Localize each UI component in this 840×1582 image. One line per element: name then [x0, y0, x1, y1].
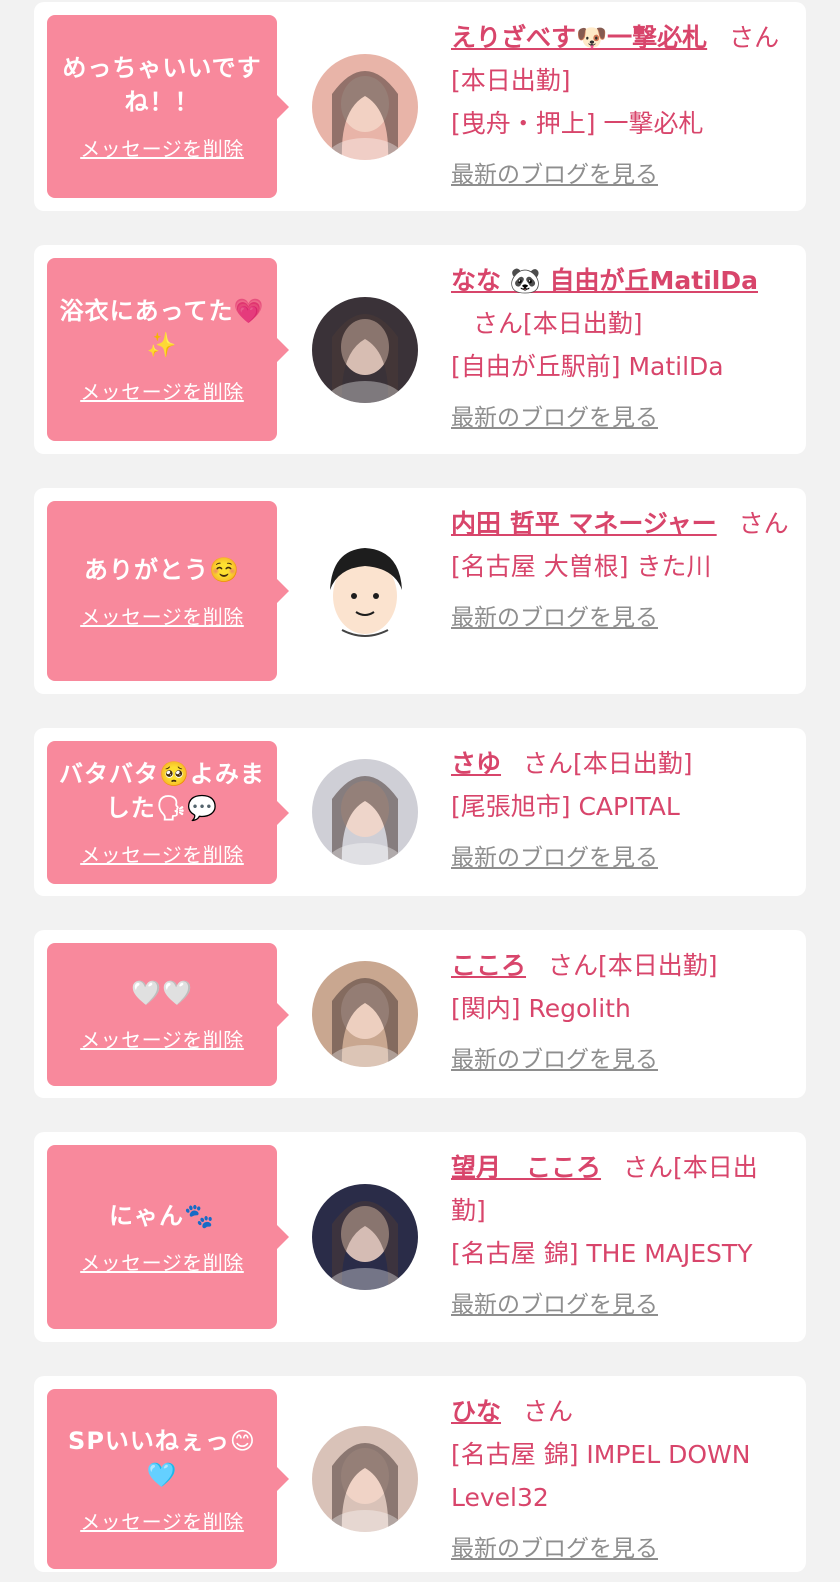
avatar[interactable] [312, 297, 418, 403]
message-text: 浴衣にあってた💗✨ [59, 297, 265, 359]
cast-info: なな 🐼 自由が丘MatilDa さん[本日出勤] [自由が丘駅前] MatilDa… [451, 259, 792, 432]
message-text: SPいいねぇっ😊🩵 [68, 1426, 256, 1489]
honorific: さん [738, 509, 789, 538]
status-label: [本日出勤] [523, 309, 643, 338]
honorific: さん [623, 1153, 674, 1182]
honorific: さん [473, 309, 524, 338]
message-card: SPいいねぇっ😊🩵 メッセージを削除 ひな さん [名古屋 錦] IMPEL DOWN … [34, 1376, 806, 1572]
message-text: バタバタ🥺よみました🗣💬 [59, 760, 265, 822]
shop-name: [関内] Regolith [451, 994, 631, 1023]
shop-name: [名古屋 大曽根] きた川 [451, 552, 712, 581]
status-label: [本日出勤] [598, 951, 718, 980]
latest-blog-link[interactable]: 最新のブログを見る [451, 1529, 658, 1563]
message-bubble: バタバタ🥺よみました🗣💬 メッセージを削除 [47, 741, 289, 884]
delete-message-link[interactable]: メッセージを削除 [80, 1247, 244, 1276]
delete-message-link[interactable]: メッセージを削除 [80, 376, 244, 405]
shop-name: [尾張旭市] CAPITAL [451, 792, 680, 821]
latest-blog-link[interactable]: 最新のブログを見る [451, 598, 658, 632]
message-card: ありがとう☺️ メッセージを削除 内田 哲平 マネージャー さん [名古屋 大曽根] き… [34, 488, 806, 694]
message-text: 🤍🤍 [131, 979, 193, 1007]
message-bubble: 🤍🤍 メッセージを削除 [47, 943, 289, 1086]
cast-info: さゆ さん[本日出勤] [尾張旭市] CAPITAL 最新のブログを見る [451, 742, 792, 872]
cast-name-link[interactable]: 望月 こころ [451, 1153, 601, 1182]
avatar[interactable] [312, 961, 418, 1067]
message-bubble: 浴衣にあってた💗✨ メッセージを削除 [47, 258, 289, 441]
cast-name-link[interactable]: えりざべす🐶一撃必札 [451, 23, 707, 52]
shop-name: [自由が丘駅前] MatilDa [451, 352, 724, 381]
avatar[interactable] [312, 759, 418, 865]
status-label: [本日出勤] [573, 749, 693, 778]
honorific: さん [548, 951, 599, 980]
message-list: めっちゃいいですね！！ メッセージを削除 えりざべす🐶一撃必札 さん[本日出勤] [曳舟… [0, 0, 840, 1572]
latest-blog-link[interactable]: 最新のブログを見る [451, 155, 658, 189]
cast-name-link[interactable]: さゆ [451, 749, 501, 778]
message-text: めっちゃいいですね！！ [62, 54, 262, 116]
cast-info: 内田 哲平 マネージャー さん [名古屋 大曽根] きた川最新のブログを見る [451, 502, 792, 632]
message-text: にゃん🐾 [109, 1201, 215, 1230]
cast-name-link[interactable]: なな 🐼 自由が丘MatilDa [451, 266, 758, 295]
delete-message-link[interactable]: メッセージを削除 [80, 1024, 244, 1053]
avatar[interactable] [312, 538, 418, 644]
message-card: にゃん🐾 メッセージを削除 望月 こころ さん[本日出勤] [名古屋 錦] THE MA… [34, 1132, 806, 1342]
message-bubble: めっちゃいいですね！！ メッセージを削除 [47, 15, 289, 198]
avatar[interactable] [312, 1184, 418, 1290]
latest-blog-link[interactable]: 最新のブログを見る [451, 1285, 658, 1319]
avatar[interactable] [312, 54, 418, 160]
message-bubble: にゃん🐾 メッセージを削除 [47, 1145, 289, 1329]
delete-message-link[interactable]: メッセージを削除 [80, 133, 244, 162]
latest-blog-link[interactable]: 最新のブログを見る [451, 398, 658, 432]
status-label: [本日出勤] [451, 66, 571, 95]
cast-info: ひな さん [名古屋 錦] IMPEL DOWN Level32 最新のブログを見る [451, 1390, 792, 1563]
message-bubble: ありがとう☺️ メッセージを削除 [47, 501, 289, 681]
cast-name-link[interactable]: こころ [451, 951, 526, 980]
latest-blog-link[interactable]: 最新のブログを見る [451, 838, 658, 872]
message-card: めっちゃいいですね！！ メッセージを削除 えりざべす🐶一撃必札 さん [本日出勤] [曳舟… [34, 2, 806, 211]
cast-info: えりざべす🐶一撃必札 さん [本日出勤] [曳舟・押上] 一撃必札最新のブログを見る [451, 16, 792, 189]
message-card: バタバタ🥺よみました🗣💬 メッセージを削除 さゆ さん[本日出勤] [尾張旭市] CAP… [34, 728, 806, 896]
message-bubble: SPいいねぇっ😊🩵 メッセージを削除 [47, 1389, 289, 1569]
honorific: さん [729, 23, 780, 52]
shop-name: [名古屋 錦] IMPEL DOWN Level32 [451, 1440, 751, 1512]
honorific: さん [523, 1397, 574, 1426]
latest-blog-link[interactable]: 最新のブログを見る [451, 1040, 658, 1074]
message-card: 🤍🤍 メッセージを削除 こころ さん[本日出勤] [関内] Regolith 最新のブログ… [34, 930, 806, 1098]
delete-message-link[interactable]: メッセージを削除 [80, 839, 244, 868]
message-text: ありがとう☺️ [84, 555, 240, 584]
avatar[interactable] [312, 1426, 418, 1532]
message-card: 浴衣にあってた💗✨ メッセージを削除 なな 🐼 自由が丘MatilDa さん[本日出勤… [34, 245, 806, 454]
honorific: さん [523, 749, 574, 778]
shop-name: [曳舟・押上] 一撃必札 [451, 109, 704, 138]
shop-name: [名古屋 錦] THE MAJESTY [451, 1239, 753, 1268]
cast-name-link[interactable]: ひな [451, 1397, 501, 1426]
delete-message-link[interactable]: メッセージを削除 [80, 601, 244, 630]
delete-message-link[interactable]: メッセージを削除 [80, 1506, 244, 1535]
cast-info: 望月 こころ さん[本日出勤] [名古屋 錦] THE MAJESTY 最新のブログを… [451, 1146, 792, 1319]
cast-info: こころ さん[本日出勤] [関内] Regolith 最新のブログを見る [451, 944, 792, 1074]
cast-name-link[interactable]: 内田 哲平 マネージャー [451, 509, 717, 538]
